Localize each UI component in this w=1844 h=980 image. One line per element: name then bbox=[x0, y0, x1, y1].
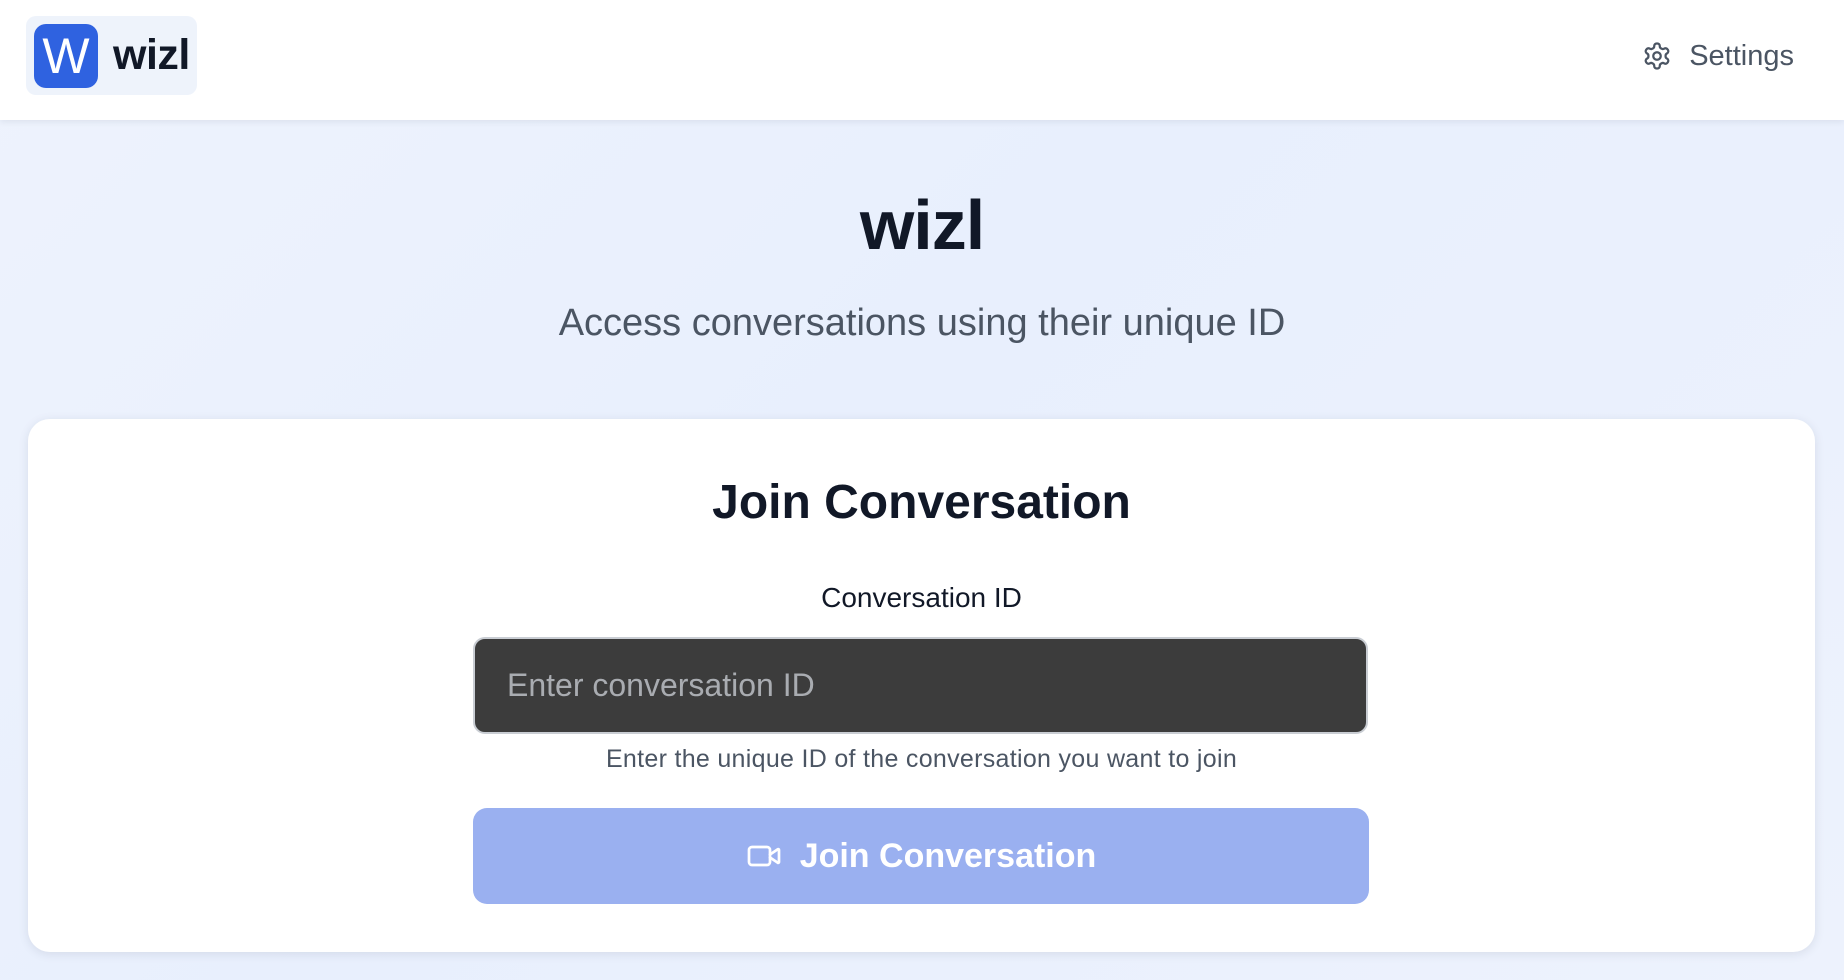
card-title: Join Conversation bbox=[712, 476, 1131, 529]
video-camera-icon bbox=[747, 845, 781, 867]
settings-label: Settings bbox=[1689, 39, 1794, 72]
conversation-id-label: Conversation ID bbox=[821, 582, 1022, 613]
join-conversation-card: Join Conversation Conversation ID Enter … bbox=[28, 419, 1815, 952]
brand-logo-link[interactable]: W wizl bbox=[26, 16, 197, 95]
conversation-id-help-text: Enter the unique ID of the conversation … bbox=[605, 745, 1238, 773]
brand-logo-icon: W bbox=[34, 23, 98, 88]
conversation-id-input[interactable] bbox=[473, 637, 1368, 734]
join-conversation-button[interactable]: Join Conversation bbox=[473, 808, 1369, 904]
gear-icon bbox=[1644, 42, 1670, 70]
brand-name: wizl bbox=[113, 31, 190, 79]
page-subtitle: Access conversations using their unique … bbox=[558, 302, 1286, 344]
top-header: W wizl Settings bbox=[0, 0, 1844, 120]
page-title: wizl bbox=[859, 186, 985, 264]
settings-button[interactable]: Settings bbox=[1642, 36, 1794, 76]
join-conversation-button-label: Join Conversation bbox=[799, 836, 1097, 875]
